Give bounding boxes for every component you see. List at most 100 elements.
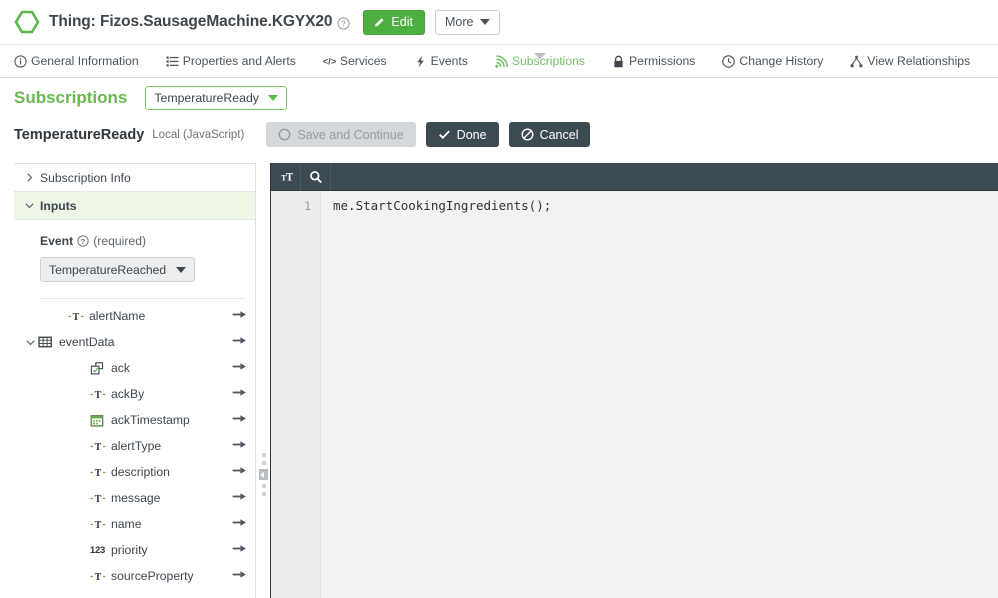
tab-properties-and-alerts[interactable]: Properties and Alerts — [166, 54, 296, 68]
cancel-button-label: Cancel — [539, 127, 579, 142]
svg-text:?: ? — [81, 237, 86, 246]
chevron-down-icon[interactable] — [24, 337, 37, 348]
tree-label: ack — [111, 361, 130, 375]
tree-row[interactable]: eventData — [14, 329, 255, 355]
tree-label: alertName — [89, 309, 146, 323]
tree-label: message — [111, 491, 161, 505]
tree-row[interactable]: ack — [14, 355, 255, 381]
tree-row[interactable]: T message — [14, 485, 255, 511]
tab-events[interactable]: Events — [414, 54, 468, 68]
arrow-right-icon[interactable] — [232, 517, 247, 531]
tab-view-relationships[interactable]: View Relationships — [850, 54, 970, 68]
event-label-text: Event — [40, 234, 74, 248]
code-text-area[interactable]: me.StartCookingIngredients(); — [321, 191, 998, 598]
subscription-selector[interactable]: TemperatureReady — [145, 86, 287, 110]
svg-text:</>: </> — [323, 56, 336, 67]
done-button-label: Done — [456, 127, 487, 142]
chevron-down-icon — [22, 200, 36, 211]
clock-icon — [722, 54, 736, 68]
no-entry-icon — [521, 128, 534, 141]
search-icon[interactable] — [301, 163, 331, 191]
tree-row[interactable]: T sourceProperty — [14, 563, 255, 589]
arrow-right-icon[interactable] — [232, 569, 247, 583]
tree-label: ackTimestamp — [111, 413, 190, 427]
arrow-right-icon[interactable] — [232, 465, 247, 479]
string-type-icon: T — [89, 518, 106, 531]
edit-button[interactable]: Edit — [363, 9, 425, 35]
tab-change-history[interactable]: Change History — [722, 54, 823, 68]
tab-permissions[interactable]: Permissions — [612, 54, 695, 68]
tree-label: alertType — [111, 439, 162, 453]
more-button[interactable]: More — [434, 9, 501, 35]
event-required-text: (required) — [93, 234, 147, 248]
chevron-down-icon — [176, 266, 187, 273]
tree-label: name — [111, 517, 142, 531]
save-and-continue-button[interactable]: Save and Continue — [266, 122, 416, 147]
grip-dot-icon — [261, 461, 266, 465]
subscription-selector-value: TemperatureReady — [154, 91, 259, 105]
help-circle-icon[interactable]: ? — [337, 17, 350, 30]
collapse-panel-icon[interactable] — [259, 469, 268, 480]
tree-label: description — [111, 465, 170, 479]
arrow-right-icon[interactable] — [232, 439, 247, 453]
active-tab-indicator-icon — [533, 53, 546, 59]
number-type-icon: 123 — [90, 544, 105, 556]
tree-row[interactable]: T alertType — [14, 433, 255, 459]
line-number: 1 — [304, 199, 311, 213]
arrow-right-icon[interactable] — [232, 491, 247, 505]
boolean-type-icon — [89, 361, 106, 375]
section-subscription-info[interactable]: Subscription Info — [14, 164, 255, 192]
splitter-handle[interactable] — [259, 453, 268, 496]
line-number-gutter: 1 — [271, 191, 321, 598]
subscriptions-heading: Subscriptions — [14, 88, 128, 107]
infotable-type-icon — [37, 336, 54, 348]
tab-label: Events — [430, 54, 468, 68]
event-data-tree: T alertName eventData ack T ackBy ackTim… — [14, 299, 255, 589]
panel-splitter[interactable] — [256, 163, 270, 598]
code-editor-toolbar: T T — [271, 163, 998, 191]
lightning-bolt-icon — [414, 55, 427, 68]
edit-button-label: Edit — [391, 15, 413, 29]
svg-text:T: T — [94, 442, 101, 453]
done-button[interactable]: Done — [425, 122, 499, 147]
tree-row[interactable]: T name — [14, 511, 255, 537]
subscription-handler-type: Local (JavaScript) — [152, 128, 245, 141]
tree-label: eventData — [59, 335, 115, 349]
tree-row[interactable]: T description — [14, 459, 255, 485]
arrow-right-icon[interactable] — [232, 335, 247, 349]
arrow-right-icon[interactable] — [232, 413, 247, 427]
info-circle-icon — [14, 54, 27, 68]
tree-row[interactable]: T alertName — [14, 303, 255, 329]
tab-subscriptions[interactable]: Subscriptions — [495, 53, 585, 68]
tree-row[interactable]: 123 priority — [14, 537, 255, 563]
tree-row[interactable]: T ackBy — [14, 381, 255, 407]
page-title: Thing: Fizos.SausageMachine.KGYX20 — [49, 13, 333, 30]
tree-label: ackBy — [111, 387, 145, 401]
tree-row[interactable]: ackTimestamp — [14, 407, 255, 433]
svg-text:T: T — [72, 312, 79, 323]
arrow-right-icon[interactable] — [232, 387, 247, 401]
arrow-right-icon[interactable] — [232, 361, 247, 375]
pencil-icon — [373, 16, 386, 29]
svg-text:?: ? — [342, 20, 347, 29]
arrow-right-icon[interactable] — [232, 543, 247, 557]
hexagon-icon — [14, 9, 40, 35]
arrow-right-icon[interactable] — [232, 309, 247, 323]
string-type-icon: T — [89, 466, 106, 479]
grip-dot-icon — [261, 484, 266, 488]
tab-label: View Relationships — [867, 54, 971, 68]
section-label: Subscription Info — [40, 170, 131, 185]
help-circle-icon[interactable]: ? — [77, 235, 89, 247]
string-type-icon: T — [89, 388, 106, 401]
tab-general-information[interactable]: General Information — [14, 54, 139, 68]
circle-icon — [278, 128, 291, 141]
subscription-name: TemperatureReady — [14, 126, 145, 143]
event-selector[interactable]: TemperatureReached — [40, 257, 196, 282]
tab-label: Change History — [739, 54, 824, 68]
tab-services[interactable]: </> Services — [323, 54, 387, 68]
section-inputs[interactable]: Inputs — [14, 192, 255, 220]
text-size-icon[interactable]: T T — [271, 163, 301, 191]
string-type-icon: T — [89, 570, 106, 583]
chevron-down-icon — [267, 95, 278, 101]
cancel-button[interactable]: Cancel — [508, 122, 591, 147]
